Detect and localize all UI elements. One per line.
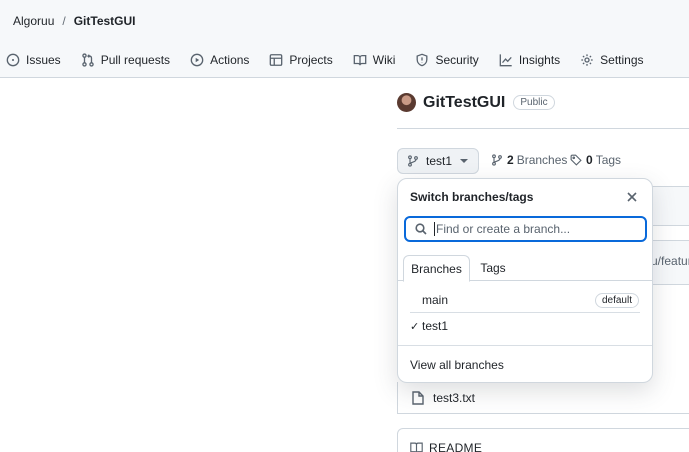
default-badge: default xyxy=(594,292,639,308)
divider xyxy=(397,128,689,129)
file-row[interactable]: test3.txt xyxy=(397,382,689,414)
file-name[interactable]: test3.txt xyxy=(433,391,475,405)
tab-label: Wiki xyxy=(372,53,396,67)
gear-icon xyxy=(581,54,593,66)
branch-search-input[interactable] xyxy=(436,222,636,236)
readme-panel: README xyxy=(397,428,689,452)
tab-insights[interactable]: Insights xyxy=(499,53,560,67)
shield-icon xyxy=(416,53,428,67)
branches-count: 2 xyxy=(507,153,514,167)
tags-count-link[interactable]: 0 Tags xyxy=(570,153,621,167)
tab-security[interactable]: Security xyxy=(415,53,479,67)
book-icon xyxy=(353,54,367,66)
tab-issues[interactable]: Issues xyxy=(6,53,61,67)
tag-icon xyxy=(570,154,582,166)
branch-item-main[interactable]: main default xyxy=(398,287,652,313)
search-icon xyxy=(415,223,427,235)
repo-header: Algoruu / GitTestGUI Issues Pull request… xyxy=(0,0,689,78)
text-cursor xyxy=(434,222,435,236)
git-branch-icon xyxy=(408,155,418,167)
check-icon: ✓ xyxy=(410,320,420,333)
branch-name: main xyxy=(422,293,449,307)
close-icon xyxy=(627,192,637,202)
breadcrumb-owner-link[interactable]: Algoruu xyxy=(13,14,54,28)
view-all-branches-link[interactable]: View all branches xyxy=(410,358,504,372)
tab-tags[interactable]: Tags xyxy=(480,255,505,281)
tab-actions[interactable]: Actions xyxy=(190,53,249,67)
git-branch-icon xyxy=(492,154,502,166)
tab-projects[interactable]: Projects xyxy=(269,53,333,67)
tab-label: Security xyxy=(435,53,479,67)
breadcrumb: Algoruu / GitTestGUI xyxy=(13,14,136,28)
file-icon xyxy=(412,390,424,405)
branch-selector-button[interactable]: test1 xyxy=(397,148,479,174)
branch-search-field[interactable] xyxy=(404,216,647,242)
repo-title-row: GitTestGUI Public xyxy=(397,93,555,112)
tags-label: Tags xyxy=(595,153,622,167)
tab-settings[interactable]: Settings xyxy=(580,53,644,67)
divider xyxy=(398,345,652,346)
branches-count-link[interactable]: 2 Branches xyxy=(491,153,567,167)
tags-count: 0 xyxy=(586,153,593,167)
issue-circle-icon xyxy=(6,53,20,67)
tab-label: Issues xyxy=(26,53,61,67)
repo-nav: Issues Pull requests Actions Projects Wi… xyxy=(0,50,664,70)
tab-branches[interactable]: Branches xyxy=(403,255,470,282)
branch-name: test1 xyxy=(422,319,449,333)
partial-commit-text: u/featur xyxy=(651,254,689,268)
branches-label: Branches xyxy=(516,153,568,167)
branch-item-test1[interactable]: ✓ test1 xyxy=(398,313,652,339)
tab-label: Settings xyxy=(600,53,644,67)
tab-label: Actions xyxy=(210,53,250,67)
tab-wiki[interactable]: Wiki xyxy=(353,53,396,67)
dropdown-tabs: Branches Tags xyxy=(398,255,652,282)
readme-title[interactable]: README xyxy=(429,441,482,452)
tab-label: Projects xyxy=(289,53,333,67)
breadcrumb-separator: / xyxy=(62,14,66,28)
book-icon xyxy=(410,442,423,452)
close-button[interactable] xyxy=(626,191,638,203)
dropdown-title: Switch branches/tags xyxy=(410,190,534,204)
current-branch-label: test1 xyxy=(426,154,453,168)
tab-label: Insights xyxy=(518,53,561,67)
branch-switcher-dropdown: Switch branches/tags Branches Tags main … xyxy=(397,178,653,383)
chevron-down-icon xyxy=(460,159,469,163)
breadcrumb-repo-link[interactable]: GitTestGUI xyxy=(74,14,136,28)
tab-label: Pull requests xyxy=(100,53,171,67)
tab-pull-requests[interactable]: Pull requests xyxy=(81,53,170,67)
graph-icon xyxy=(499,54,512,67)
repo-name[interactable]: GitTestGUI xyxy=(423,94,505,112)
play-circle-icon xyxy=(190,53,204,67)
git-pull-request-icon xyxy=(81,53,94,67)
visibility-badge: Public xyxy=(513,95,555,110)
table-icon xyxy=(270,54,283,66)
avatar[interactable] xyxy=(397,93,416,112)
